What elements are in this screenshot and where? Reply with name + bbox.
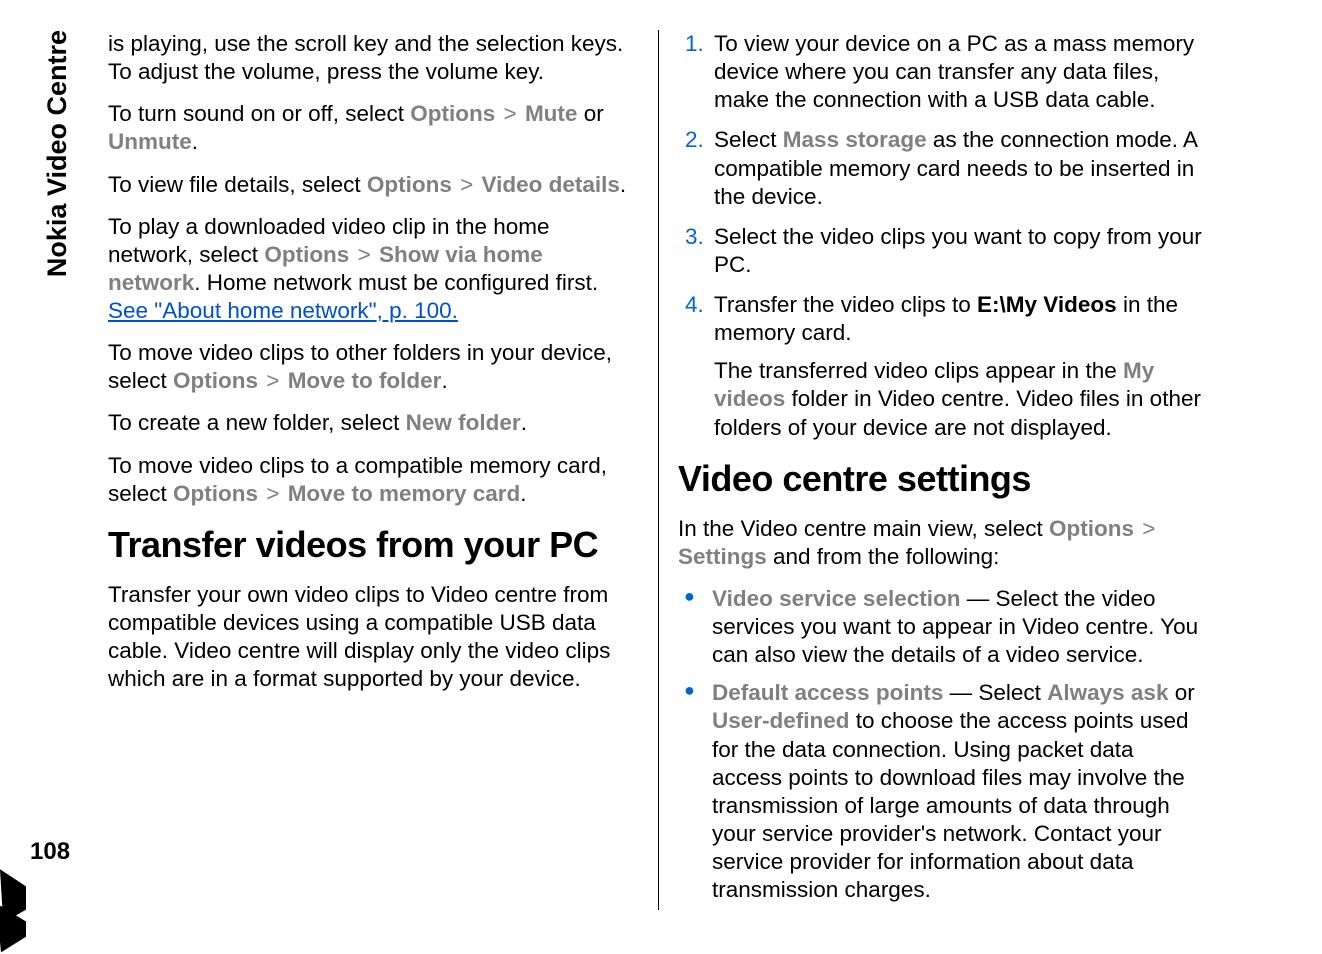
ui-default-access-points: Default access points <box>712 680 943 705</box>
ui-user-defined: User-defined <box>712 708 850 733</box>
ui-options: Options <box>173 368 258 393</box>
text: and from the following: <box>767 544 1000 569</box>
text: . <box>441 368 447 393</box>
text: folder in Video centre. Video files in o… <box>714 386 1201 439</box>
ui-always-ask: Always ask <box>1047 680 1168 705</box>
text: . <box>620 172 626 197</box>
ui-options: Options <box>367 172 452 197</box>
text: to choose the access points used for the… <box>712 708 1189 902</box>
ui-move-to-memory: Move to memory card <box>288 481 521 506</box>
paragraph-file-details: To view file details, select Options > V… <box>108 171 638 199</box>
text: In the Video centre main view, select <box>678 516 1049 541</box>
separator-gt: > <box>349 242 379 267</box>
paragraph-new-folder: To create a new folder, select New folde… <box>108 409 638 437</box>
separator-gt: > <box>495 101 525 126</box>
ui-video-service-selection: Video service selection <box>712 586 960 611</box>
ui-mass-storage: Mass storage <box>783 127 927 152</box>
text: The transferred video clips appear in th… <box>714 358 1123 383</box>
text: To view file details, select <box>108 172 367 197</box>
separator-gt: > <box>258 368 288 393</box>
ui-move-to-folder: Move to folder <box>288 368 442 393</box>
transfer-steps-list: To view your device on a PC as a mass me… <box>678 30 1208 442</box>
text: To turn sound on or off, select <box>108 101 410 126</box>
ui-options: Options <box>410 101 495 126</box>
paragraph-playing: is playing, use the scroll key and the s… <box>108 30 638 86</box>
text: . Home network must be configured first. <box>194 270 598 295</box>
page-content: is playing, use the scroll key and the s… <box>108 30 1208 910</box>
text: . <box>192 129 198 154</box>
text: . <box>521 410 527 435</box>
text: Select Mass storage as the connection mo… <box>714 126 1208 210</box>
heading-transfer-videos: Transfer videos from your PC <box>108 522 638 567</box>
paragraph-move-folder: To move video clips to other folders in … <box>108 339 638 395</box>
ui-unmute: Unmute <box>108 129 192 154</box>
text: The transferred video clips appear in th… <box>714 357 1208 441</box>
heading-video-centre-settings: Video centre settings <box>678 456 1208 501</box>
list-item: Transfer the video clips to E:\My Videos… <box>710 291 1208 442</box>
text: Transfer the video clips to <box>714 292 977 317</box>
ui-settings: Settings <box>678 544 767 569</box>
list-item: Default access points — Select Always as… <box>706 679 1208 904</box>
text: or <box>1168 680 1194 705</box>
text: . <box>520 481 526 506</box>
text: Select the video clips you want to copy … <box>714 223 1208 279</box>
separator-gt: > <box>258 481 288 506</box>
paragraph-transfer-intro: Transfer your own video clips to Video c… <box>108 581 638 694</box>
ui-options: Options <box>173 481 258 506</box>
text: Transfer the video clips to E:\My Videos… <box>714 291 1208 347</box>
side-chapter-label: Nokia Video Centre <box>42 30 73 277</box>
settings-list: Video service selection — Select the vid… <box>678 585 1208 904</box>
page-corner-decoration <box>0 774 26 954</box>
paragraph-settings-intro: In the Video centre main view, select Op… <box>678 515 1208 571</box>
list-item: To view your device on a PC as a mass me… <box>710 30 1208 114</box>
list-item: Select Mass storage as the connection mo… <box>710 126 1208 210</box>
path-my-videos: E:\My Videos <box>977 292 1117 317</box>
text: Select <box>714 127 783 152</box>
separator-gt: > <box>1134 516 1157 541</box>
text: To view your device on a PC as a mass me… <box>714 30 1208 114</box>
text: — Select <box>943 680 1047 705</box>
ui-options: Options <box>264 242 349 267</box>
link-home-network[interactable]: See "About home network", p. 100. <box>108 298 458 323</box>
ui-mute: Mute <box>525 101 578 126</box>
paragraph-home-network: To play a downloaded video clip in the h… <box>108 213 638 326</box>
paragraph-sound: To turn sound on or off, select Options … <box>108 100 638 156</box>
ui-new-folder: New folder <box>406 410 521 435</box>
paragraph-move-memory: To move video clips to a compatible memo… <box>108 452 638 508</box>
list-item: Video service selection — Select the vid… <box>706 585 1208 669</box>
text: To create a new folder, select <box>108 410 406 435</box>
ui-video-details: Video details <box>482 172 620 197</box>
page-number: 108 <box>30 838 70 866</box>
list-item: Select the video clips you want to copy … <box>710 223 1208 279</box>
separator-gt: > <box>452 172 482 197</box>
text: or <box>577 101 603 126</box>
ui-options: Options <box>1049 516 1134 541</box>
